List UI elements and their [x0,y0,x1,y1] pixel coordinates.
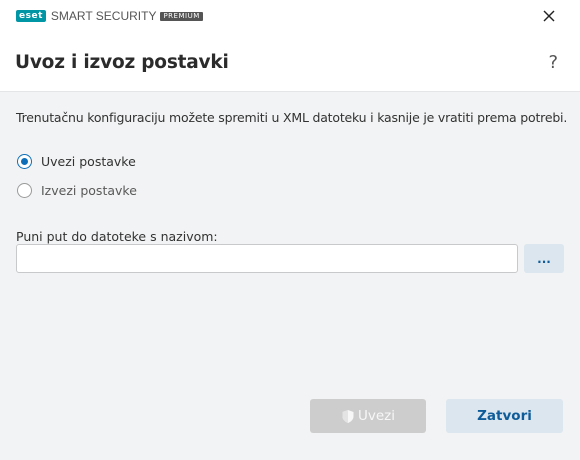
dialog-header: Uvoz i izvoz postavki ? [0,32,580,92]
shield-icon [341,409,355,424]
import-button[interactable]: Uvezi [310,399,426,433]
radio-export-settings[interactable]: Izvezi postavke [17,183,137,198]
help-button[interactable]: ? [548,52,558,73]
close-dialog-button[interactable]: Zatvori [446,399,563,433]
title-bar: eset SMART SECURITY PREMIUM [0,0,580,32]
radio-button-checked[interactable] [17,154,32,169]
radio-label-import: Uvezi postavke [41,154,136,169]
edition-badge: PREMIUM [160,11,203,21]
close-button[interactable] [540,7,558,25]
product-name: SMART SECURITY [50,9,157,23]
app-logo: eset SMART SECURITY PREMIUM [16,10,203,22]
page-title: Uvoz i izvoz postavki [15,52,229,73]
description-text: Trenutačnu konfiguraciju možete spremiti… [16,110,568,125]
file-path-input[interactable] [16,244,518,273]
close-icon [543,10,555,22]
radio-import-settings[interactable]: Uvezi postavke [17,154,136,169]
browse-button[interactable]: ... [524,244,564,273]
radio-button-unchecked[interactable] [17,183,32,198]
radio-label-export: Izvezi postavke [41,183,137,198]
import-button-label: Uvezi [357,408,395,424]
file-path-label: Puni put do datoteke s nazivom: [16,229,218,244]
eset-logo: eset [16,10,46,22]
